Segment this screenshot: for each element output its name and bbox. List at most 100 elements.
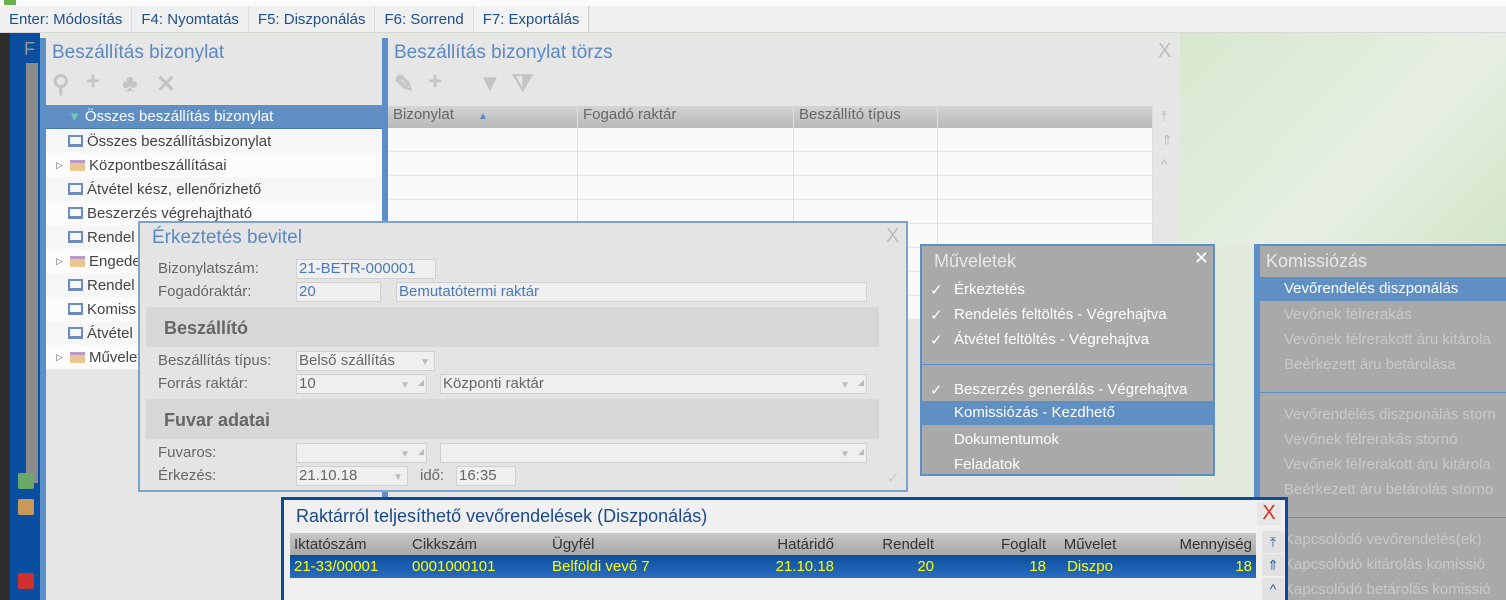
menu-item: Kapcsolódó vevőrendelés(ek) [1284, 531, 1482, 548]
menu-item[interactable]: ✓ Átvétel feltöltés - Végrehajtva [922, 328, 1213, 352]
scroll-top-icon[interactable]: ⤒ [1161, 108, 1167, 125]
menu-item: Kapcsolódó kitárolás komissió [1284, 556, 1485, 573]
page-up-icon[interactable]: ⇑ [1161, 132, 1173, 149]
menu-item[interactable]: Feladatok [922, 453, 1213, 477]
column-header[interactable]: Foglalt [938, 536, 1050, 553]
chevron-down-icon: ▼ [400, 380, 410, 391]
monitor-icon [68, 183, 83, 195]
column-header[interactable]: Határidő [688, 536, 838, 553]
search-icon[interactable]: ⚲ [52, 70, 70, 99]
label: idő: [420, 467, 445, 484]
tree-icon[interactable]: ♣ [122, 70, 138, 98]
carrier-code[interactable]: ▼ ◢ [296, 443, 427, 463]
table-row[interactable] [388, 176, 1153, 200]
monitor-icon [68, 279, 83, 291]
column-header[interactable] [938, 106, 1153, 128]
window-title: Raktárról teljesíthető vevőrendelések (D… [296, 506, 708, 526]
folder-icon [70, 159, 85, 171]
table-header: Iktatószám Cikkszám Ügyfél Határidő Rend… [290, 533, 1256, 555]
scroll-up-icon[interactable]: ^ [1161, 156, 1168, 172]
page-up-icon[interactable]: ⇑ [1262, 554, 1284, 576]
scroll-top-icon[interactable]: ⤒ [1262, 531, 1284, 553]
key-f7-export[interactable]: F7: Exportálás [473, 6, 590, 32]
check-icon: ✓ [930, 307, 943, 324]
menu-item[interactable]: ✓ Beszerzés generálás - Végrehajtva [922, 378, 1213, 402]
source-warehouse-code[interactable]: 10 ▼ ◢ [296, 374, 427, 394]
confirm-check-icon[interactable]: ✓ [887, 468, 900, 488]
plus-icon[interactable]: + [428, 68, 442, 96]
menu-item[interactable]: ✓ Rendelés feltöltés - Végrehajtva [922, 303, 1213, 327]
filter-icon[interactable]: ▼ [478, 70, 502, 98]
monitor-icon [68, 327, 83, 339]
plus-icon[interactable]: + [86, 68, 100, 96]
tree-item[interactable]: Összes beszállításbizonylat [46, 129, 382, 153]
menu-item[interactable]: Dokumentumok [922, 428, 1213, 452]
column-header[interactable]: Rendelt [838, 536, 938, 553]
menu-item[interactable]: ✓ Érkeztetés [922, 278, 1213, 302]
cell: 20 [917, 558, 934, 575]
label: Fuvaros: [158, 444, 217, 461]
monitor-icon [68, 303, 83, 315]
expand-icon[interactable]: ▷ [56, 160, 66, 171]
cell: Diszpo [1067, 558, 1113, 575]
close-icon[interactable]: ✕ [1194, 248, 1209, 269]
column-header[interactable]: Művelet [1050, 536, 1130, 553]
table-row[interactable] [388, 152, 1153, 176]
column-header[interactable]: Iktatószám [290, 536, 408, 553]
menu-title: Műveletek [934, 251, 1017, 271]
expand-icon[interactable]: ▷ [56, 352, 66, 363]
desktop-edge [0, 33, 10, 600]
source-warehouse-name[interactable]: Központi raktár ▼ ◢ [440, 374, 867, 394]
scroll-up-icon[interactable]: ^ [1262, 578, 1284, 600]
column-header[interactable]: Mennyiség [1130, 536, 1256, 553]
close-icon[interactable]: X [886, 225, 899, 248]
expand-icon[interactable]: ▷ [56, 256, 66, 267]
section-header: Beszállító [146, 307, 879, 347]
app-icon [4, 0, 16, 5]
arrival-date-field[interactable]: 21.10.18 ▼ [296, 466, 408, 486]
package-icon[interactable] [18, 499, 34, 515]
arrival-time-field[interactable]: 16:35 [456, 466, 516, 486]
filter-clear-icon[interactable]: ⧩ [512, 70, 533, 98]
tree-item[interactable]: ▷ Központbeszállításai [46, 153, 382, 177]
column-header[interactable]: Fogadó raktár [578, 106, 794, 128]
dialog-title: Érkeztetés bevitel [152, 227, 302, 248]
home-icon[interactable] [18, 573, 34, 589]
cell: 21.10.18 [775, 558, 834, 575]
document-icon[interactable] [18, 473, 34, 489]
menu-item: Vevőnek félrerakott áru kitárola [1284, 331, 1491, 348]
monitor-icon [68, 207, 83, 219]
edit-icon[interactable]: ✎ [394, 70, 414, 99]
chevron-down-icon: ▼ [393, 472, 403, 483]
table-row[interactable]: 21-33/00001 0001000101 Belföldi vevő 7 2… [290, 555, 1256, 578]
folder-icon [70, 351, 85, 363]
key-enter-modify[interactable]: Enter: Módosítás [0, 6, 133, 32]
close-icon[interactable]: X [1158, 40, 1171, 63]
column-header[interactable]: Cikkszám [408, 536, 548, 553]
menu-item: Beérkezett áru betárolása [1284, 356, 1456, 373]
cell: 18 [1029, 558, 1046, 575]
document-number-field[interactable]: 21-BETR-000001 [296, 259, 436, 279]
key-f4-print[interactable]: F4: Nyomtatás [132, 6, 249, 32]
receiving-warehouse-name[interactable]: Bemutatótermi raktár [396, 282, 867, 302]
check-icon: ✓ [930, 382, 943, 399]
tree-item[interactable]: Átvétel kész, ellenőrizhető [46, 177, 382, 201]
column-header[interactable]: Beszállító típus [794, 106, 938, 128]
menu-item[interactable]: Komissiózás - Kezdhető [922, 401, 1213, 425]
cell: Belföldi vevő 7 [552, 558, 650, 575]
table-row[interactable] [388, 128, 1153, 152]
key-f5-dispose[interactable]: F5: Diszponálás [249, 6, 376, 32]
key-f6-order[interactable]: F6: Sorrend [375, 6, 474, 32]
carrier-name[interactable]: ▼ ◢ [440, 443, 867, 463]
column-header[interactable]: Bizonylat ▲ [388, 106, 578, 128]
panel-title: Beszállítás bizonylat törzs [394, 42, 613, 63]
column-header[interactable]: Ügyfél [548, 536, 688, 553]
receiving-warehouse-code[interactable]: 20 [296, 282, 381, 302]
delivery-type-select[interactable]: Belső szállítás ▼ [296, 351, 435, 371]
menu-item: Vevőnek félrerakott áru kitárola [1284, 456, 1491, 473]
pin-off-icon[interactable]: ✕ [156, 70, 176, 99]
monitor-icon [68, 231, 83, 243]
menu-item[interactable]: Vevőrendelés diszponálás [1260, 277, 1506, 301]
close-icon[interactable]: X [1257, 502, 1281, 525]
tree-item[interactable]: ▼ Összes beszállítás bizonylat [46, 105, 382, 129]
